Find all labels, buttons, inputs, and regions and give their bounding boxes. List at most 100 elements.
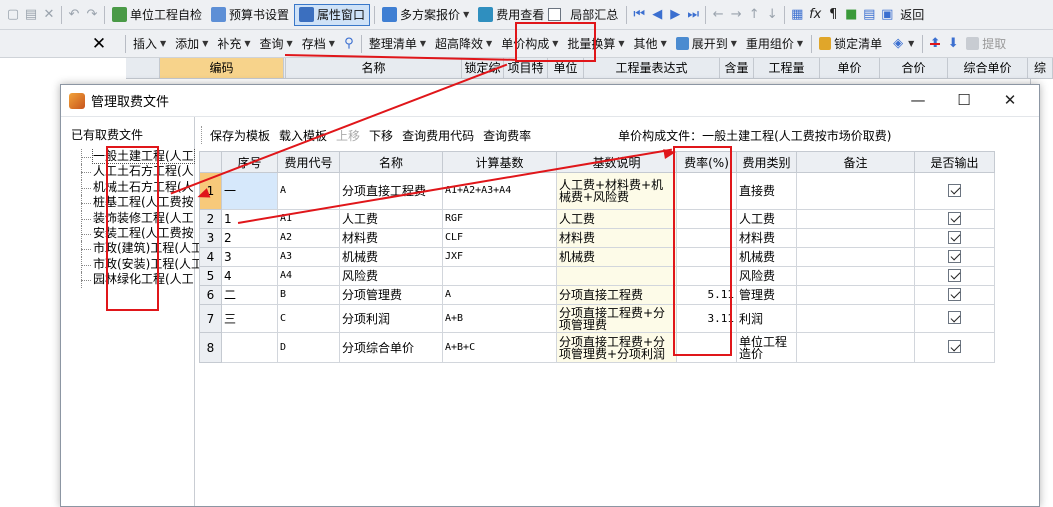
base-cell[interactable]: A: [442, 285, 557, 305]
name-cell[interactable]: 机械费: [339, 247, 443, 267]
query-fee-code-button[interactable]: 查询费用代码: [402, 127, 474, 144]
main-col-quantity[interactable]: 工程量: [754, 58, 820, 78]
down-arrow-icon[interactable]: ↓: [763, 7, 781, 22]
remark-cell[interactable]: [796, 304, 915, 333]
tree-item[interactable]: 人工土石方工程(人: [69, 164, 199, 180]
supplement-menu[interactable]: 补充 ▼: [213, 33, 254, 55]
seq-cell[interactable]: 1: [221, 209, 278, 229]
next-icon[interactable]: ▶: [666, 7, 684, 22]
base-cell[interactable]: A1+A2+A3+A4: [442, 172, 557, 210]
remark-cell[interactable]: [796, 209, 915, 229]
main-col-0[interactable]: [126, 58, 160, 78]
paragraph-icon[interactable]: ¶: [824, 7, 842, 22]
rate-cell[interactable]: [676, 247, 737, 267]
main-col-lock[interactable]: 锁定综: [462, 58, 504, 78]
rate-cell[interactable]: 5.11: [676, 285, 737, 305]
code-cell[interactable]: A: [277, 172, 340, 210]
category-cell[interactable]: 人工费: [736, 209, 797, 229]
other-menu[interactable]: 其他 ▼: [630, 33, 671, 55]
rate-cell[interactable]: [676, 172, 737, 210]
main-col-code[interactable]: 编码: [160, 58, 284, 78]
fill-color-button[interactable]: ◈ ▼: [887, 33, 918, 55]
base-cell[interactable]: CLF: [442, 228, 557, 248]
output-checkbox[interactable]: [948, 183, 961, 197]
print-icon[interactable]: ▣: [878, 7, 896, 22]
property-window-button[interactable]: 属性窗口: [294, 3, 371, 26]
table-row[interactable]: 6 二 B 分项管理费 A 分项直接工程费 5.11 管理费: [199, 285, 995, 305]
output-checkbox[interactable]: [948, 287, 961, 301]
seq-cell[interactable]: [221, 332, 278, 363]
add-menu[interactable]: 添加 ▼: [171, 33, 212, 55]
prev-icon[interactable]: ◀: [648, 7, 666, 22]
main-col-unit-price[interactable]: 单价: [820, 58, 880, 78]
expand-to-menu[interactable]: 展开到 ▼: [672, 33, 741, 55]
overheight-menu[interactable]: 超高降效 ▼: [431, 33, 496, 55]
first-icon[interactable]: ⏮: [630, 7, 648, 22]
maximize-icon[interactable]: ☐: [941, 91, 987, 109]
col-header-name[interactable]: 名称: [339, 151, 443, 173]
output-cell[interactable]: [914, 332, 995, 363]
paste-icon[interactable]: ▤: [22, 7, 40, 22]
name-cell[interactable]: 风险费: [339, 266, 443, 286]
formula-icon[interactable]: fx: [806, 7, 824, 22]
col-header-remark[interactable]: 备注: [796, 151, 915, 173]
main-col-13[interactable]: 综: [1028, 58, 1053, 78]
table-row[interactable]: 7 三 C 分项利润 A+B 分项直接工程费+分项管理费 3.11 利润: [199, 304, 995, 333]
col-header-base-desc[interactable]: 基数说明: [556, 151, 677, 173]
name-cell[interactable]: 分项直接工程费: [339, 172, 443, 210]
row-number[interactable]: 5: [199, 266, 222, 286]
up-arrow-icon[interactable]: ↑: [745, 7, 763, 22]
close-icon[interactable]: ✕: [987, 91, 1033, 109]
move-down-button[interactable]: 下移: [369, 127, 393, 144]
name-cell[interactable]: 分项利润: [339, 304, 443, 333]
output-checkbox[interactable]: [948, 211, 961, 225]
output-cell[interactable]: [914, 209, 995, 229]
base-cell[interactable]: A+B: [442, 304, 557, 333]
base-cell[interactable]: RGF: [442, 209, 557, 229]
main-col-feature[interactable]: 项目特: [504, 58, 548, 78]
remark-cell[interactable]: [796, 228, 915, 248]
dialog-titlebar[interactable]: 管理取费文件 — ☐ ✕: [61, 85, 1039, 117]
code-cell[interactable]: A2: [277, 228, 340, 248]
query-menu[interactable]: 查询 ▼: [256, 33, 297, 55]
query-fee-rate-button[interactable]: 查询费率: [483, 127, 531, 144]
category-cell[interactable]: 材料费: [736, 228, 797, 248]
move-up-button[interactable]: 上移: [336, 127, 360, 144]
main-col-quantity-expr[interactable]: 工程量表达式: [584, 58, 720, 78]
seq-cell[interactable]: 4: [221, 266, 278, 286]
main-col-total[interactable]: 合价: [880, 58, 948, 78]
tree-item[interactable]: 机械土石方工程(人: [69, 179, 199, 196]
output-cell[interactable]: [914, 304, 995, 333]
remark-cell[interactable]: [796, 172, 915, 210]
col-header-rate[interactable]: 费率(%): [676, 151, 737, 173]
table-row[interactable]: 5 4 A4 风险费 风险费: [199, 266, 995, 286]
tree-item[interactable]: 安装工程(人工费按: [69, 225, 199, 242]
remark-cell[interactable]: [796, 247, 915, 267]
category-cell[interactable]: 直接费: [736, 172, 797, 210]
category-cell[interactable]: 利润: [736, 304, 797, 333]
col-header-output[interactable]: 是否输出: [914, 151, 995, 173]
main-col-content[interactable]: 含量: [720, 58, 754, 78]
category-cell[interactable]: 风险费: [736, 266, 797, 286]
output-cell[interactable]: [914, 266, 995, 286]
base-cell[interactable]: JXF: [442, 247, 557, 267]
row-number[interactable]: 6: [199, 285, 222, 305]
output-cell[interactable]: [914, 247, 995, 267]
main-col-unit[interactable]: 单位: [548, 58, 584, 78]
unit-price-composition-menu[interactable]: 单价构成 ▼: [497, 33, 562, 55]
fee-check-checkbox[interactable]: [548, 8, 562, 21]
output-checkbox[interactable]: [948, 311, 961, 324]
output-checkbox[interactable]: [948, 249, 961, 263]
row-number[interactable]: 1: [199, 172, 222, 210]
seq-cell[interactable]: 3: [221, 247, 278, 267]
row-number[interactable]: 4: [199, 247, 222, 267]
category-cell[interactable]: 单位工程造价: [736, 332, 797, 363]
reuse-pricing-menu[interactable]: 重用组价 ▼: [742, 33, 807, 55]
lock-list-button[interactable]: 锁定清单: [815, 33, 886, 55]
calculator-icon[interactable]: ▦: [788, 7, 806, 22]
code-cell[interactable]: B: [277, 285, 340, 305]
binoculars-icon[interactable]: ⚲: [340, 36, 358, 51]
code-cell[interactable]: D: [277, 332, 340, 363]
rate-cell[interactable]: [676, 228, 737, 248]
col-header-seq[interactable]: 序号: [221, 151, 278, 173]
